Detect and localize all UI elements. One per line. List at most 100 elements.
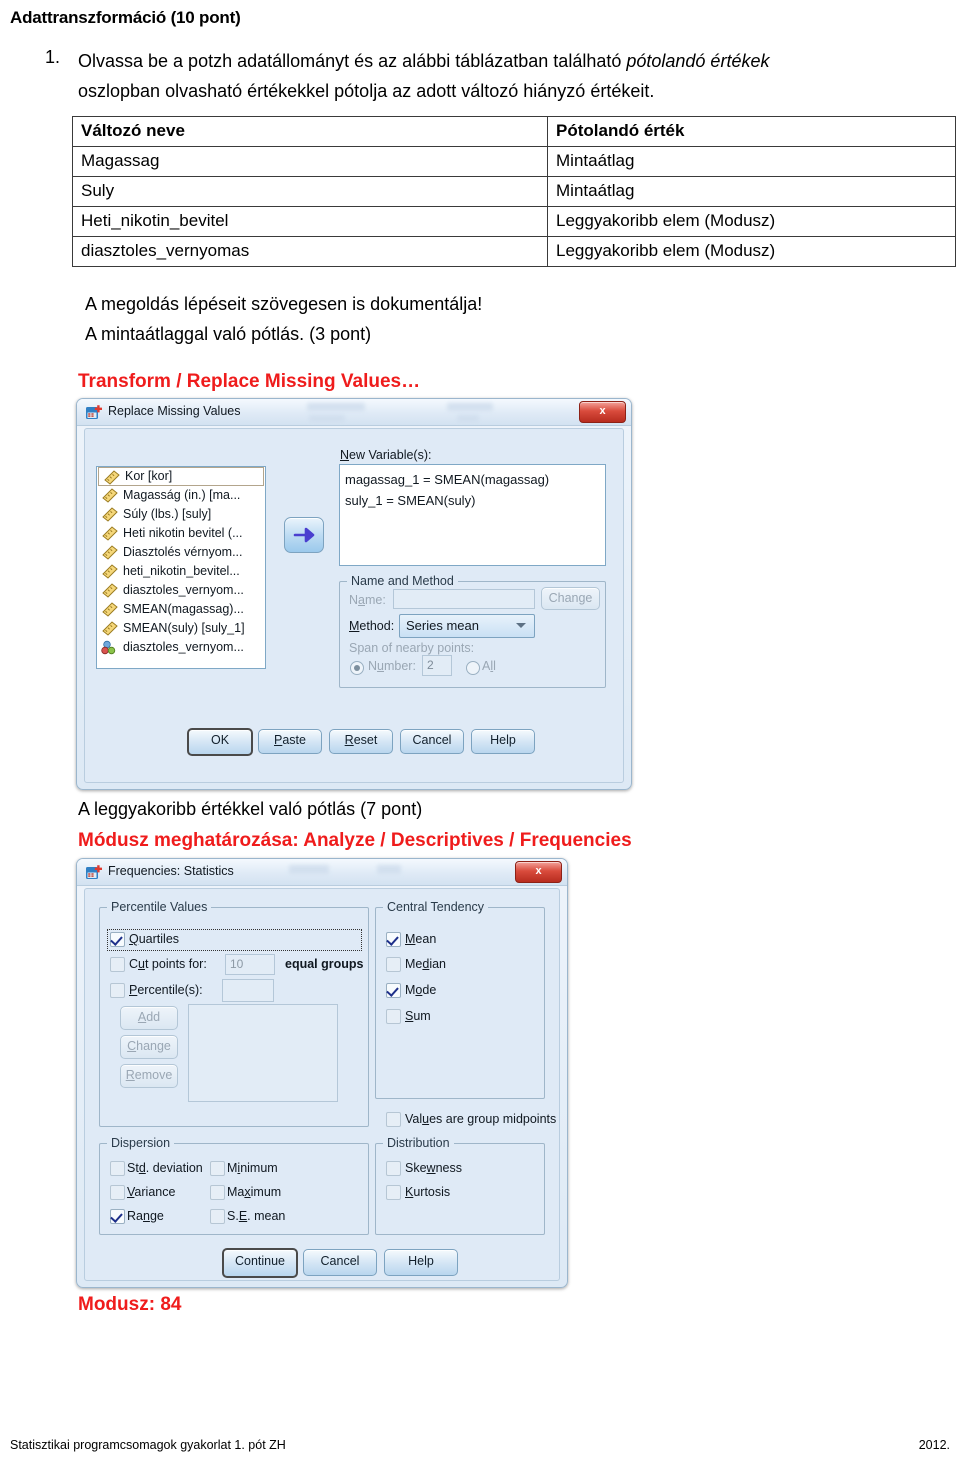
paste-button[interactable]: Paste [258,729,322,754]
se-mean-label: S.E. mean [227,1209,286,1223]
move-variable-button[interactable] [284,517,324,553]
help-button[interactable]: Help [471,729,535,754]
list-item[interactable]: SMEAN(magassag)... [97,600,265,619]
add-button[interactable]: Add [120,1006,178,1030]
ruler-icon [102,488,118,503]
cell-value: Leggyakoribb elem (Modusz) [547,206,956,237]
skewness-label: Skewness [405,1161,462,1175]
cutpoints-checkbox[interactable] [110,957,125,972]
table-header-row: Változó neve Pótolandó érték [72,116,956,147]
number-input[interactable]: 2 [422,655,452,676]
percentiles-checkbox[interactable] [110,983,125,998]
median-checkbox[interactable] [386,957,401,972]
document-page: Adattranszformáció (10 pont) 1. Olvassa … [0,0,960,1474]
question-number: 1. [45,47,61,67]
chevron-down-icon [516,623,526,628]
list-item[interactable]: Kor [kor] [98,467,264,486]
menu-path-frequencies: Módusz meghatározása: Analyze / Descript… [78,830,632,851]
sum-checkbox[interactable] [386,1009,401,1024]
cell-value: Leggyakoribb elem (Modusz) [547,236,956,267]
group-title: Percentile Values [107,900,212,914]
se-mean-checkbox[interactable] [210,1209,225,1224]
change-button[interactable]: Change [541,587,600,610]
question-text-lead: Olvassa be a potzh adatállományt és az a… [78,51,627,71]
list-item[interactable]: SMEAN(suly) [suly_1] [97,619,265,638]
table-header-variable: Változó neve [72,116,548,147]
range-checkbox[interactable] [110,1209,125,1224]
skewness-checkbox[interactable] [386,1161,401,1176]
mean-checkbox[interactable] [386,932,401,947]
question-text: Olvassa be a potzh adatállományt és az a… [78,46,950,106]
all-label: All [482,659,496,673]
list-item-label: Kor [kor] [125,469,173,483]
std-deviation-checkbox[interactable] [110,1161,125,1176]
new-variables-listbox[interactable]: magassag_1 = SMEAN(magassag) suly_1 = SM… [339,464,606,566]
cell-variable: diasztoles_vernyomas [72,236,548,267]
arrow-right-icon [293,527,315,543]
list-item-label: heti_nikotin_bevitel... [123,564,240,578]
maximum-label: Maximum [227,1185,282,1199]
change-button[interactable]: Change [120,1035,178,1059]
name-input[interactable] [393,589,535,609]
percentiles-listbox[interactable] [188,1004,338,1102]
help-button[interactable]: Help [384,1249,458,1276]
cell-value: Mintaátlag [547,146,956,177]
dialog-body: Percentile Values Quartiles Cut points f… [77,885,567,1287]
page-title: Adattranszformáció (10 pont) [10,8,241,27]
number-radio[interactable] [350,661,364,675]
minimum-checkbox[interactable] [210,1161,225,1176]
list-item[interactable]: Magasság (in.) [ma... [97,486,265,505]
name-label: Name: [349,593,386,607]
list-item[interactable]: diasztoles_vernyom... [97,581,265,600]
all-radio[interactable] [466,661,480,675]
number-value: 2 [427,658,434,672]
median-label: Median [405,957,447,971]
dialog-body: Kor [kor] Magasság (in.) [ma... Súly (lb… [77,425,631,789]
variance-checkbox[interactable] [110,1185,125,1200]
cancel-button[interactable]: Cancel [303,1249,377,1276]
cutpoints-label: Cut points for: [129,957,207,971]
ok-button[interactable]: OK [187,728,253,756]
list-item-label: Heti nikotin bevitel (... [123,526,243,540]
reset-button[interactable]: Reset [329,729,393,754]
continue-button[interactable]: Continue [222,1248,298,1278]
mean-label: Mean [405,932,437,946]
close-button[interactable]: x [515,861,562,883]
mode-checkbox[interactable] [386,983,401,998]
remove-button[interactable]: Remove [120,1064,178,1088]
kurtosis-checkbox[interactable] [386,1185,401,1200]
midpoints-checkbox[interactable] [386,1112,401,1127]
ruler-icon [102,583,118,598]
close-button[interactable]: x [579,401,626,423]
dialog-title: Replace Missing Values [108,404,241,418]
list-item[interactable]: Súly (lbs.) [suly] [97,505,265,524]
list-item-label: diasztoles_vernyom... [123,640,244,654]
cancel-button[interactable]: Cancel [400,729,464,754]
list-item[interactable]: diasztoles_vernyom... [97,638,265,657]
range-label: Range [127,1209,164,1223]
source-variable-list[interactable]: Kor [kor] Magasság (in.) [ma... Súly (lb… [96,466,266,669]
nominal-icon [101,640,116,655]
group-title: Dispersion [107,1136,175,1150]
list-item[interactable]: Heti nikotin bevitel (... [97,524,265,543]
percentiles-input[interactable] [222,979,274,1002]
menu-path-transform: Transform / Replace Missing Values… [78,371,421,392]
minimum-label: Minimum [227,1161,278,1175]
span-label: Span of nearby points: [349,641,475,655]
kurtosis-label: Kurtosis [405,1185,451,1199]
new-variable-item: magassag_1 = SMEAN(magassag) [345,472,550,487]
cell-variable: Heti_nikotin_bevitel [72,206,548,237]
cutpoints-input[interactable]: 10 [225,954,275,975]
method-dropdown[interactable]: Series mean [399,614,535,638]
maximum-checkbox[interactable] [210,1185,225,1200]
group-title: Central Tendency [383,900,489,914]
variables-table: Változó neve Pótolandó érték Magassag Mi… [72,116,956,267]
list-item[interactable]: Diasztolés vérnyom... [97,543,265,562]
blurred-text [447,403,493,411]
quartiles-checkbox[interactable] [110,932,125,947]
cell-variable: Suly [72,176,548,207]
list-item[interactable]: heti_nikotin_bevitel... [97,562,265,581]
ruler-icon [102,564,118,579]
ruler-icon [102,526,118,541]
ruler-icon [102,621,118,636]
